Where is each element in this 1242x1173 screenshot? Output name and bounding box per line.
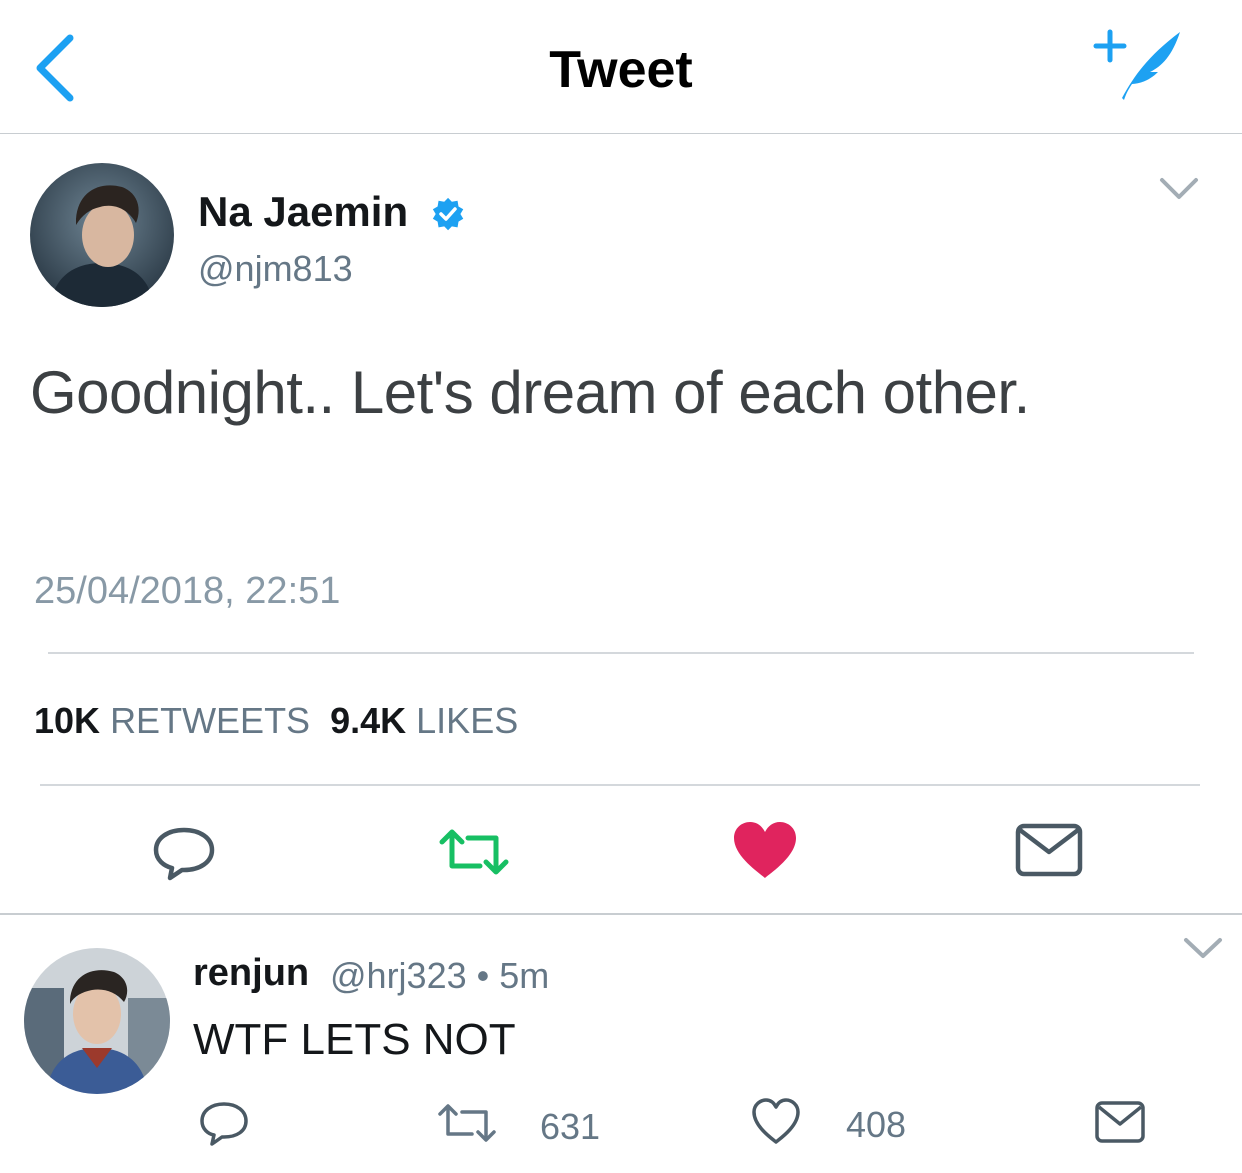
direct-message-icon bbox=[1095, 1101, 1145, 1143]
like-button[interactable] bbox=[730, 818, 800, 882]
reply-author-name[interactable]: renjun bbox=[193, 952, 309, 995]
retweets-label: RETWEETS bbox=[110, 700, 311, 741]
author-name[interactable]: Na Jaemin bbox=[198, 188, 408, 236]
divider bbox=[48, 652, 1194, 654]
avatar-photo bbox=[30, 163, 174, 307]
reply-icon bbox=[200, 1102, 248, 1146]
tweet-timestamp: 25/04/2018, 22:51 bbox=[34, 570, 341, 612]
heart-outline-icon bbox=[752, 1098, 800, 1144]
likes-stat[interactable]: 9.4K LIKES bbox=[330, 700, 518, 741]
reply-author-avatar[interactable] bbox=[24, 948, 170, 1094]
retweets-count: 10K bbox=[34, 700, 101, 741]
direct-message-icon bbox=[1015, 823, 1083, 877]
reply-button[interactable] bbox=[148, 820, 220, 884]
avatar-photo bbox=[24, 948, 170, 1094]
reply-icon bbox=[153, 827, 215, 881]
reply-meta: @hrj323 • 5m bbox=[330, 955, 549, 997]
like-icon bbox=[734, 822, 796, 878]
retweet-icon bbox=[439, 829, 509, 875]
reply-options-button[interactable] bbox=[1182, 932, 1224, 964]
reply-retweet-button[interactable] bbox=[436, 1098, 498, 1148]
section-divider bbox=[0, 913, 1242, 915]
reply-time: • 5m bbox=[476, 955, 550, 996]
tweet-text: Goodnight.. Let's dream of each other. bbox=[30, 359, 1030, 426]
retweets-stat[interactable]: 10K RETWEETS bbox=[34, 700, 310, 741]
page-title: Tweet bbox=[549, 41, 693, 99]
retweet-button[interactable] bbox=[436, 820, 512, 884]
chevron-down-icon bbox=[1160, 178, 1198, 199]
author-avatar[interactable] bbox=[30, 163, 174, 307]
retweet-icon bbox=[438, 1104, 496, 1142]
verified-badge-icon bbox=[430, 196, 466, 232]
reply-text: WTF LETS NOT bbox=[193, 1015, 516, 1064]
compose-tweet-button[interactable] bbox=[1090, 22, 1190, 106]
reply-like-button[interactable] bbox=[750, 1096, 802, 1146]
reply-reply-button[interactable] bbox=[196, 1098, 252, 1148]
divider bbox=[40, 784, 1200, 786]
top-nav-bar: Tweet bbox=[0, 0, 1242, 134]
reply-retweet-count: 631 bbox=[540, 1106, 601, 1147]
compose-tweet-icon bbox=[1093, 29, 1180, 100]
reply-author-handle[interactable]: @hrj323 bbox=[330, 955, 467, 996]
author-handle[interactable]: @njm813 bbox=[198, 248, 353, 290]
likes-label: LIKES bbox=[416, 700, 519, 741]
likes-count: 9.4K bbox=[330, 700, 407, 741]
tweet-options-button[interactable] bbox=[1158, 172, 1200, 206]
direct-message-button[interactable] bbox=[1014, 822, 1084, 878]
chevron-down-icon bbox=[1184, 938, 1222, 958]
reply-direct-message-button[interactable] bbox=[1094, 1100, 1146, 1144]
tweet-stats: 10K RETWEETS 9.4K LIKES bbox=[34, 700, 518, 742]
reply-like-count: 408 bbox=[846, 1104, 907, 1145]
